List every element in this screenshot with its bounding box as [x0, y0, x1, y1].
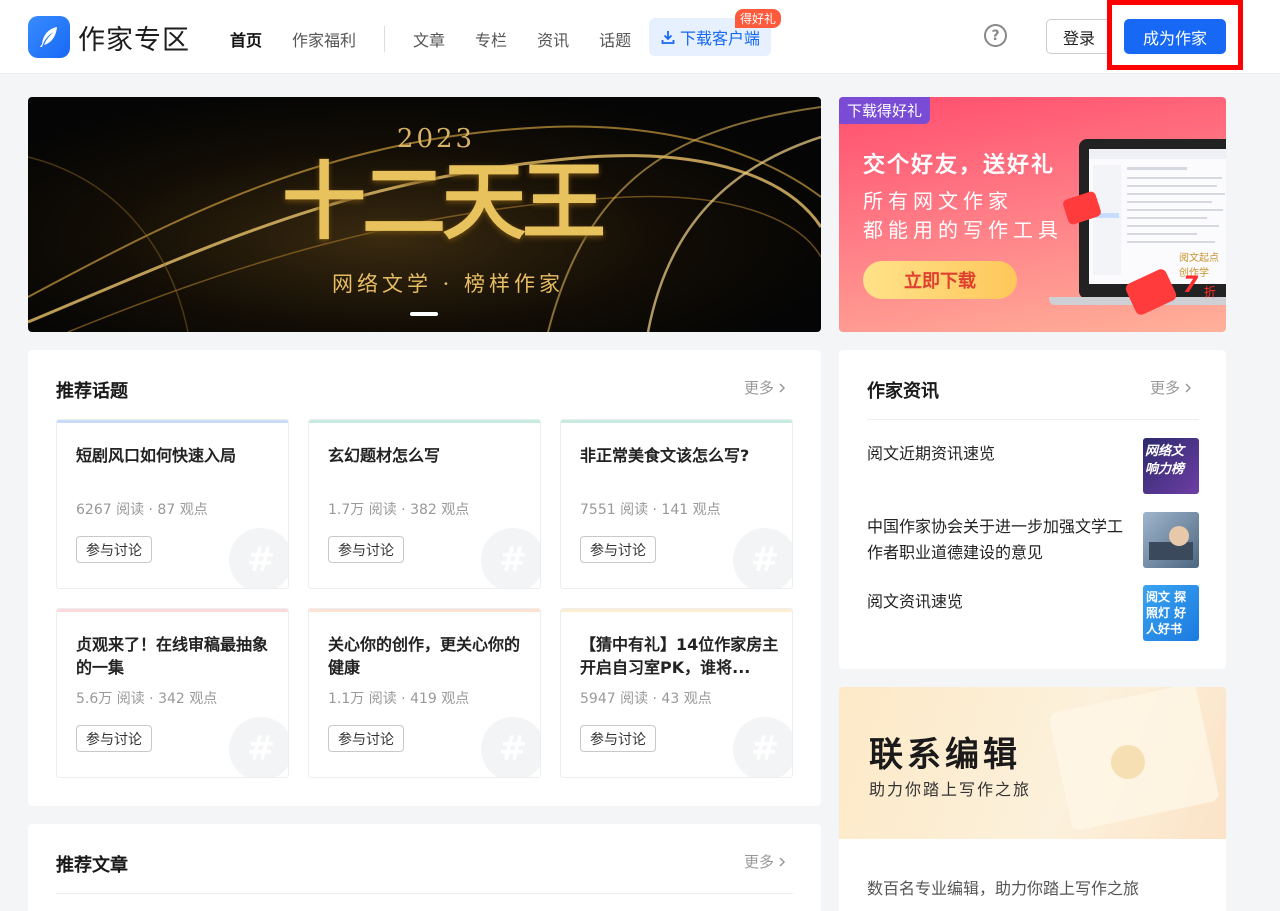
divider — [56, 893, 793, 894]
topic-title: 玄幻题材怎么写 — [328, 446, 441, 465]
download-promo-banner[interactable]: 下载得好礼 交个好友，送好礼 所有网文作家 都能用的写作工具 立即下载 阅文起点… — [839, 97, 1226, 332]
topic-stats: 1.7万 阅读 · 382 观点 — [328, 502, 470, 518]
hashtag-icon: # — [733, 528, 792, 588]
more-label: 更多 — [744, 379, 775, 397]
contact-editor-card[interactable]: 联系编辑 助力你踏上写作之旅 数百名专业编辑，助力你踏上写作之旅 — [839, 687, 1226, 911]
download-gift-badge: 得好礼 — [735, 9, 782, 28]
editor-subtitle: 助力你踏上写作之旅 — [869, 780, 1032, 799]
topic-card[interactable]: 玄幻题材怎么写 1.7万 阅读 · 382 观点 参与讨论 # — [308, 419, 541, 589]
topic-accent-bar — [57, 420, 288, 423]
topic-stats: 5.6万 阅读 · 342 观点 — [76, 691, 218, 707]
download-now-button[interactable]: 立即下载 — [863, 261, 1017, 299]
topic-stats: 6267 阅读 · 87 观点 — [76, 502, 208, 518]
recommended-topics-card: 推荐话题 更多 短剧风口如何快速入局 6267 阅读 · 87 观点 参与讨论 … — [28, 350, 821, 806]
discount-number: 7 — [1183, 273, 1199, 298]
main-nav: 首页 作家福利 文章 专栏 资讯 话题 — [230, 26, 661, 52]
nav-benefits[interactable]: 作家福利 — [292, 27, 356, 51]
become-author-button[interactable]: 成为作家 — [1124, 19, 1226, 54]
nav-topics[interactable]: 话题 — [599, 27, 631, 51]
feather-icon — [28, 16, 70, 58]
news-title: 作家资讯 — [867, 381, 939, 402]
topic-stats: 1.1万 阅读 · 419 观点 — [328, 691, 470, 707]
articles-more-link[interactable]: 更多 — [744, 851, 786, 872]
nav-columns[interactable]: 专栏 — [475, 27, 507, 51]
hashtag-icon: # — [481, 528, 540, 588]
recommended-articles-card: 推荐文章 更多 — [28, 824, 821, 911]
topic-accent-bar — [309, 609, 540, 612]
promo-line-1: 所有网文作家 — [863, 189, 1013, 213]
join-discussion-button[interactable]: 参与讨论 — [580, 725, 656, 752]
thumbnail-text: 网络文 响力榜 — [1145, 444, 1185, 477]
topic-title: 【猜中有礼】14位作家房主开启自习室PK，谁将... — [580, 635, 779, 677]
editor-banner: 联系编辑 助力你踏上写作之旅 — [839, 687, 1226, 839]
logo[interactable]: 作家专区 — [28, 16, 190, 58]
divider — [867, 419, 1199, 420]
help-icon[interactable]: ? — [984, 24, 1007, 47]
thumbnail-text: 阅文 探照灯 好人好书 — [1146, 590, 1187, 636]
carousel-indicator[interactable] — [410, 312, 438, 316]
topic-card[interactable]: 关心你的创作，更关心你的健康 1.1万 阅读 · 419 观点 参与讨论 # — [308, 608, 541, 778]
topic-card[interactable]: 短剧风口如何快速入局 6267 阅读 · 87 观点 参与讨论 # — [56, 419, 289, 589]
topic-card[interactable]: 贞观来了！在线审稿最抽象的一集 5.6万 阅读 · 342 观点 参与讨论 # — [56, 608, 289, 778]
logo-text: 作家专区 — [78, 24, 190, 56]
news-item[interactable]: 阅文资讯速览 — [867, 589, 1137, 615]
editor-title: 联系编辑 — [869, 735, 1021, 775]
news-thumbnail[interactable]: 网络文 响力榜 — [1143, 438, 1199, 494]
join-discussion-button[interactable]: 参与讨论 — [76, 725, 152, 752]
topic-title: 短剧风口如何快速入局 — [76, 446, 237, 465]
join-discussion-button[interactable]: 参与讨论 — [328, 725, 404, 752]
download-client-label: 下载客户端 — [679, 29, 760, 48]
topic-card[interactable]: 【猜中有礼】14位作家房主开启自习室PK，谁将... 5947 阅读 · 43 … — [560, 608, 793, 778]
download-icon — [661, 31, 675, 44]
news-item[interactable]: 中国作家协会关于进一步加强文学工作者职业道德建设的意见 — [867, 514, 1137, 566]
chevron-right-icon — [779, 856, 786, 867]
envelope-seal — [1111, 745, 1145, 779]
hashtag-icon: # — [229, 528, 288, 588]
hashtag-icon: # — [481, 717, 540, 777]
topic-stats: 7551 阅读 · 141 观点 — [580, 502, 721, 518]
promo-tag: 下载得好礼 — [839, 97, 931, 124]
chevron-right-icon — [1185, 382, 1192, 393]
promo-line-2: 都能用的写作工具 — [863, 218, 1063, 242]
topic-accent-bar — [561, 420, 792, 423]
hashtag-icon: # — [229, 717, 288, 777]
news-thumbnail[interactable]: 阅文 探照灯 好人好书 — [1143, 585, 1199, 641]
top-header: 作家专区 首页 作家福利 文章 专栏 资讯 话题 下载客户端 得好礼 ? 登录 … — [0, 0, 1280, 74]
more-label: 更多 — [744, 853, 775, 871]
author-news-card: 作家资讯 更多 阅文近期资讯速览 网络文 响力榜 中国作家协会关于进一步加强文学… — [839, 350, 1226, 669]
hashtag-icon: # — [733, 717, 792, 777]
topics-more-link[interactable]: 更多 — [744, 377, 786, 398]
editor-description: 数百名专业编辑，助力你踏上写作之旅 — [867, 879, 1140, 898]
articles-title: 推荐文章 — [56, 855, 128, 876]
topic-accent-bar — [561, 609, 792, 612]
discount-unit: 折 — [1204, 285, 1217, 299]
news-item[interactable]: 阅文近期资讯速览 — [867, 441, 1137, 467]
nav-divider — [384, 26, 386, 52]
topic-title: 关心你的创作，更关心你的健康 — [328, 635, 521, 677]
topic-title: 贞观来了！在线审稿最抽象的一集 — [76, 635, 269, 677]
join-discussion-button[interactable]: 参与讨论 — [76, 536, 152, 563]
topic-title: 非正常美食文该怎么写? — [580, 446, 750, 465]
topic-card[interactable]: 非正常美食文该怎么写? 7551 阅读 · 141 观点 参与讨论 # — [560, 419, 793, 589]
join-discussion-button[interactable]: 参与讨论 — [580, 536, 656, 563]
topic-accent-bar — [57, 609, 288, 612]
help-glyph: ? — [991, 27, 1000, 44]
keyboard-image — [1149, 526, 1193, 560]
banner-subtitle: 网络文学 · 榜样作家 — [331, 272, 565, 296]
promo-headline: 交个好友，送好礼 — [863, 153, 1056, 178]
nav-news[interactable]: 资讯 — [537, 27, 569, 51]
join-discussion-button[interactable]: 参与讨论 — [328, 536, 404, 563]
topic-accent-bar — [309, 420, 540, 423]
nav-home[interactable]: 首页 — [230, 27, 262, 51]
topics-title: 推荐话题 — [56, 381, 128, 402]
more-label: 更多 — [1150, 379, 1181, 397]
topic-stats: 5947 阅读 · 43 观点 — [580, 691, 712, 707]
nav-articles[interactable]: 文章 — [413, 27, 445, 51]
banner-title: 十二天王 — [281, 152, 606, 251]
news-more-link[interactable]: 更多 — [1150, 377, 1192, 398]
chevron-right-icon — [779, 382, 786, 393]
login-button[interactable]: 登录 — [1046, 19, 1112, 54]
news-thumbnail[interactable] — [1143, 512, 1199, 568]
main-banner[interactable]: 2023 十二天王 网络文学 · 榜样作家 — [28, 97, 821, 332]
